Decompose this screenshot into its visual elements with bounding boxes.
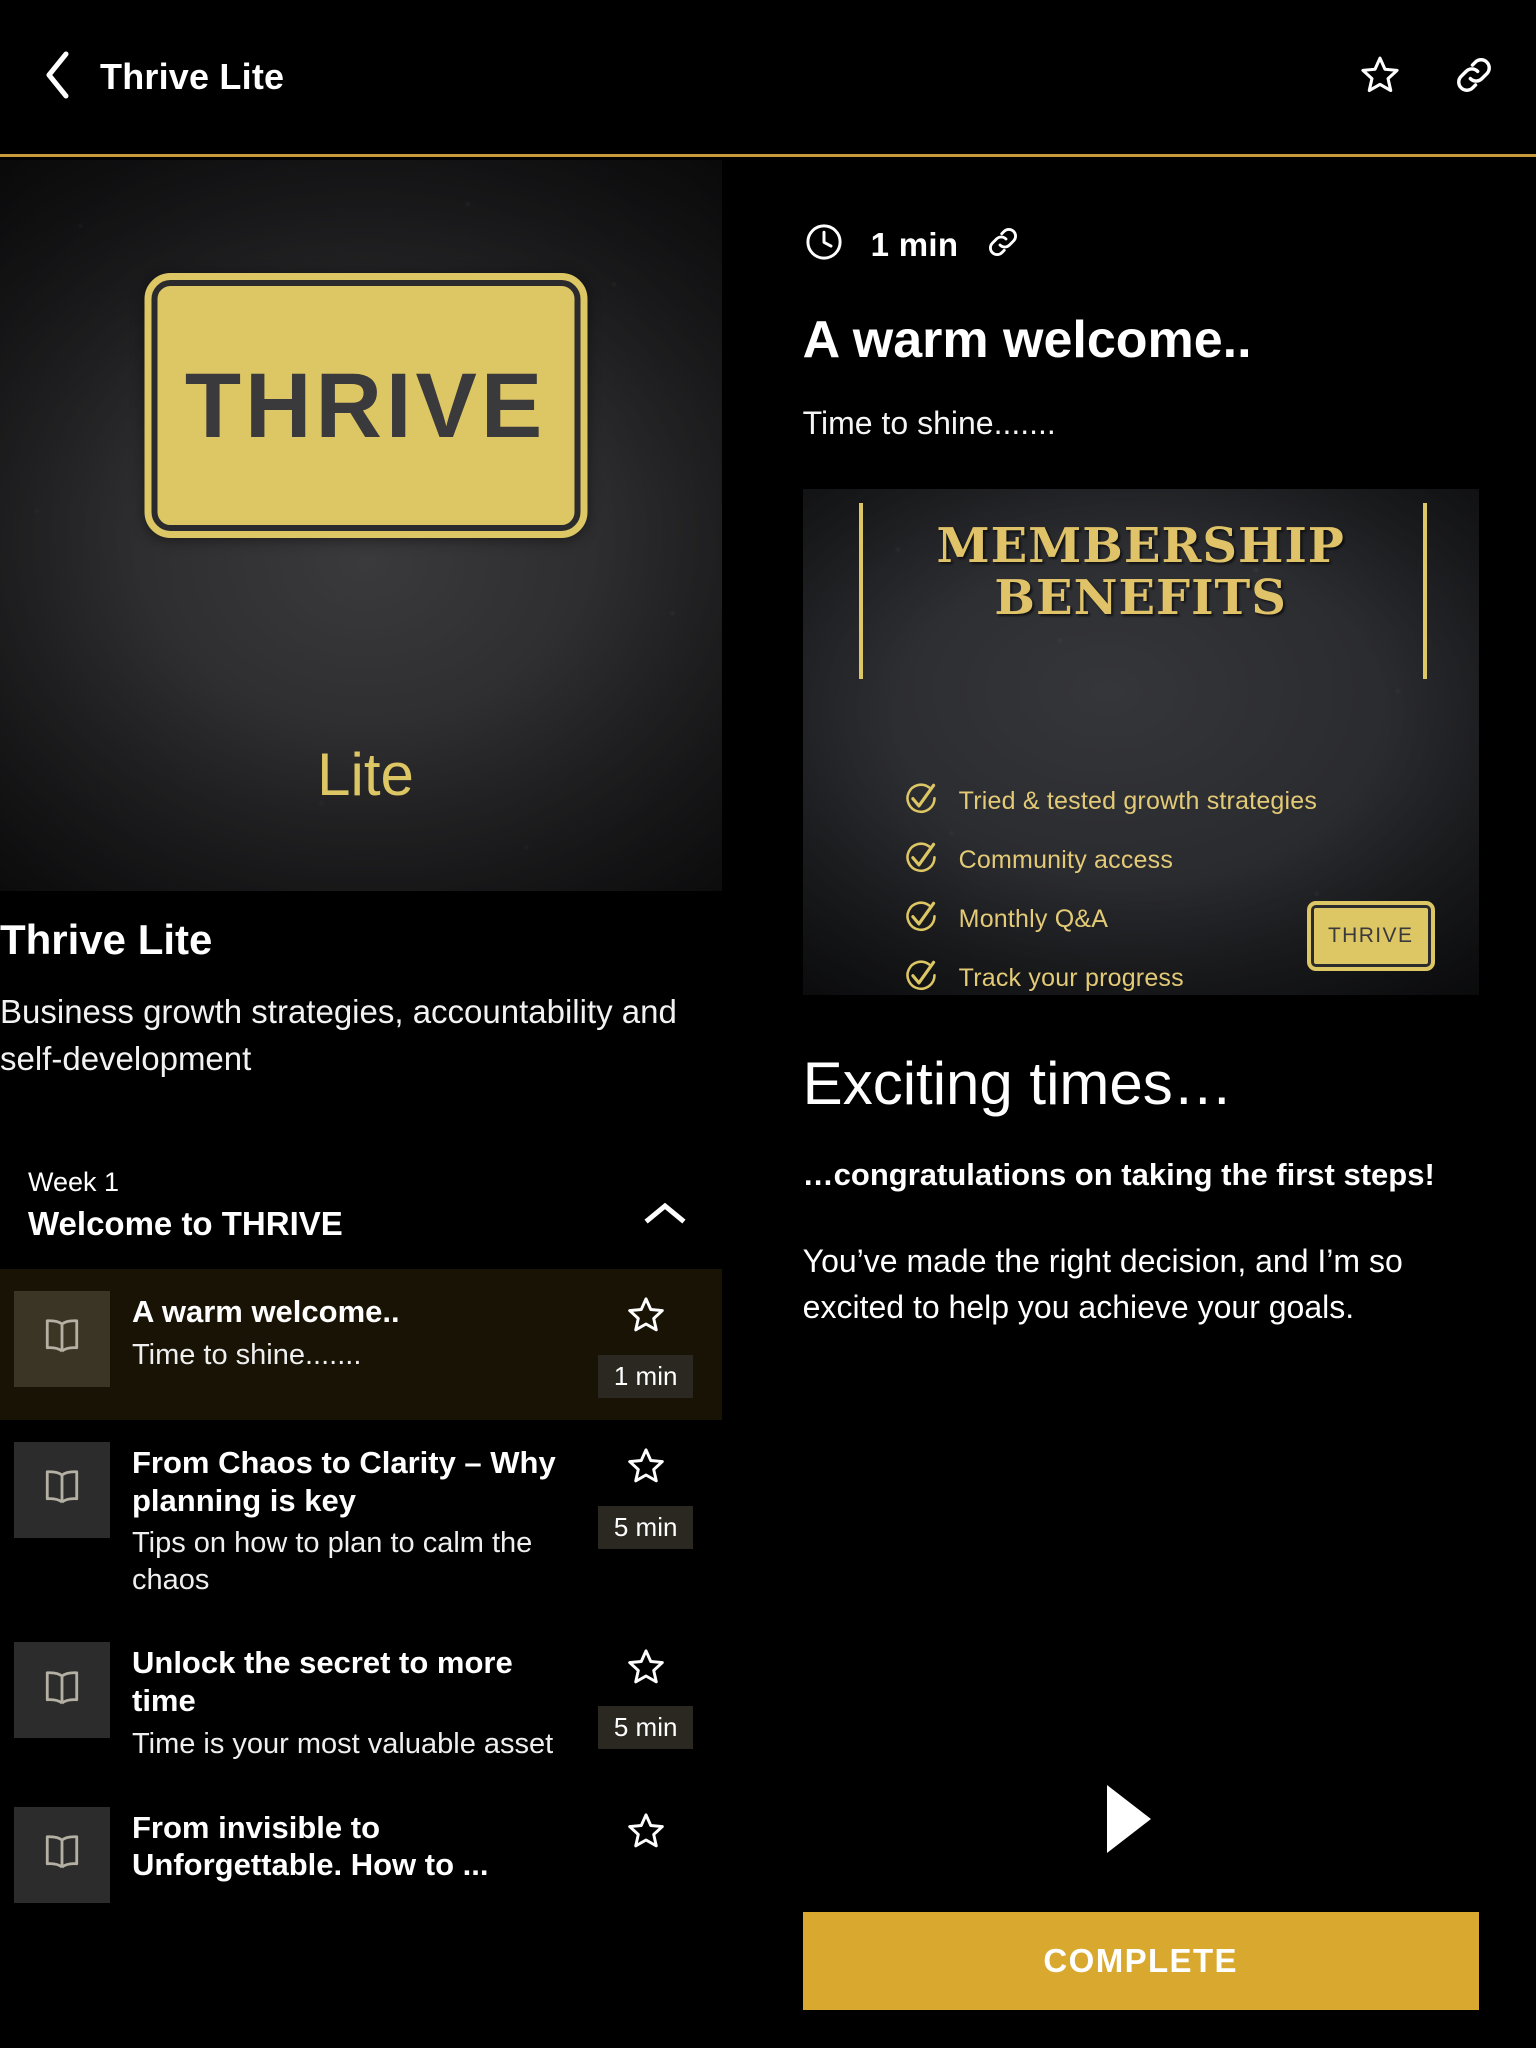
week-label: Week 1 bbox=[28, 1166, 120, 1197]
benefit-text: Track your progress bbox=[958, 964, 1184, 993]
lesson-thumbnail bbox=[14, 1441, 110, 1538]
lesson-favorite-button[interactable] bbox=[623, 1811, 669, 1857]
membership-benefits-image: MEMBERSHIP BENEFITS Tried & tested growt… bbox=[802, 489, 1479, 996]
play-icon[interactable] bbox=[1106, 1785, 1151, 1853]
lesson-meta: 5 min bbox=[590, 1642, 702, 1750]
body-subheading: …congratulations on taking the first ste… bbox=[802, 1157, 1435, 1193]
circle-check-icon bbox=[903, 781, 939, 822]
plaque-text: THRIVE bbox=[184, 354, 547, 457]
course-description: Business growth strategies, accountabili… bbox=[0, 993, 677, 1077]
lesson-duration-badge: 1 min bbox=[597, 1354, 694, 1398]
lesson-favorite-button[interactable] bbox=[623, 1646, 669, 1692]
benefit-text: Community access bbox=[958, 846, 1174, 875]
lesson-row-1[interactable]: A warm welcome.. Time to shine....... 1 … bbox=[0, 1268, 722, 1420]
page-title: Thrive Lite bbox=[100, 56, 285, 97]
star-outline-icon bbox=[624, 1444, 668, 1493]
appbar-actions bbox=[1354, 51, 1500, 103]
chevron-left-icon bbox=[42, 50, 72, 105]
course-outline-panel[interactable]: THRIVE Lite Thrive Lite Business growth … bbox=[0, 160, 722, 2048]
section-header-text: Week 1 Welcome to THRIVE bbox=[28, 1164, 638, 1247]
star-outline-icon bbox=[624, 1809, 668, 1858]
share-link-button[interactable] bbox=[1448, 51, 1500, 103]
thrive-plaque: THRIVE bbox=[144, 273, 587, 538]
benefit-text: Monthly Q&A bbox=[958, 905, 1109, 934]
complete-button[interactable]: COMPLETE bbox=[802, 1912, 1479, 2010]
lesson-row-4[interactable]: From invisible to Unforgettable. How to … bbox=[0, 1785, 722, 1925]
open-book-icon bbox=[36, 1310, 88, 1367]
section-collapse-toggle[interactable] bbox=[638, 1189, 692, 1243]
benefit-item: Tried & tested growth strategies bbox=[903, 781, 1317, 822]
lesson-detail-panel: 1 min A warm welcome.. Time to shine....… bbox=[721, 160, 1536, 2048]
lesson-title: From invisible to Unforgettable. How to … bbox=[132, 1809, 489, 1883]
benefit-item: Track your progress bbox=[903, 958, 1317, 995]
lesson-row-3[interactable]: Unlock the secret to more time Time is y… bbox=[0, 1620, 722, 1784]
lesson-title: Unlock the secret to more time bbox=[132, 1645, 513, 1719]
clock-icon bbox=[803, 221, 845, 268]
benefit-item: Monthly Q&A bbox=[903, 899, 1317, 940]
course-title: Thrive Lite bbox=[0, 916, 213, 963]
open-book-icon bbox=[36, 1461, 88, 1518]
thrive-badge-text: THRIVE bbox=[1327, 924, 1414, 948]
back-button[interactable] bbox=[34, 48, 80, 106]
circle-check-icon bbox=[903, 840, 939, 881]
benefits-list: Tried & tested growth strategies Communi… bbox=[903, 781, 1317, 995]
lesson-duration-badge: 5 min bbox=[597, 1505, 694, 1549]
audio-play-area bbox=[722, 1785, 1536, 1853]
favorite-button[interactable] bbox=[1354, 51, 1406, 103]
lesson-subtitle: Time to shine....... bbox=[132, 1338, 362, 1371]
link-icon bbox=[1451, 52, 1497, 103]
star-outline-icon bbox=[1357, 52, 1403, 103]
star-outline-icon bbox=[624, 1293, 668, 1342]
section-header-week-1[interactable]: Week 1 Welcome to THRIVE bbox=[0, 1082, 722, 1269]
lesson-subtitle: Tips on how to plan to calm the chaos bbox=[132, 1527, 533, 1596]
benefit-text: Tried & tested growth strategies bbox=[958, 787, 1318, 816]
lesson-meta-row: 1 min bbox=[803, 160, 1474, 268]
open-book-icon bbox=[36, 1826, 88, 1883]
content-split: THRIVE Lite Thrive Lite Business growth … bbox=[0, 160, 1536, 2048]
lesson-meta: 5 min bbox=[590, 1442, 702, 1549]
benefits-heading: MEMBERSHIP BENEFITS bbox=[803, 518, 1479, 627]
course-cover-image: THRIVE Lite bbox=[0, 160, 722, 891]
lesson-row-2[interactable]: From Chaos to Clarity – Why planning is … bbox=[0, 1420, 722, 1621]
lesson-favorite-button[interactable] bbox=[623, 1446, 669, 1492]
open-book-icon bbox=[36, 1662, 88, 1719]
lesson-duration: 1 min bbox=[870, 225, 959, 263]
lesson-subtitle: Time is your most valuable asset bbox=[132, 1728, 554, 1761]
benefit-item: Community access bbox=[903, 840, 1317, 881]
circle-check-icon bbox=[903, 899, 939, 940]
star-outline-icon bbox=[624, 1645, 668, 1694]
cover-subtitle: Lite bbox=[317, 741, 414, 808]
lesson-title: From Chaos to Clarity – Why planning is … bbox=[132, 1444, 556, 1518]
benefits-heading-line2: BENEFITS bbox=[994, 570, 1287, 627]
lesson-text: From invisible to Unforgettable. How to … bbox=[132, 1807, 568, 1891]
app-bar: Thrive Lite bbox=[0, 0, 1536, 157]
week-title: Welcome to THRIVE bbox=[28, 1205, 343, 1243]
lesson-text: A warm welcome.. Time to shine....... bbox=[132, 1291, 568, 1373]
lesson-duration-badge: 5 min bbox=[597, 1706, 694, 1750]
lesson-meta: 1 min bbox=[590, 1291, 702, 1398]
body-heading: Exciting times… bbox=[802, 1050, 1233, 1118]
lesson-favorite-button[interactable] bbox=[623, 1295, 669, 1341]
thrive-badge: THRIVE bbox=[1306, 901, 1435, 972]
lesson-text: From Chaos to Clarity – Why planning is … bbox=[132, 1442, 568, 1599]
lesson-title: A warm welcome.. bbox=[132, 1293, 400, 1329]
lesson-thumbnail bbox=[14, 1642, 110, 1739]
lesson-thumbnail bbox=[14, 1806, 110, 1903]
lesson-text: Unlock the secret to more time Time is y… bbox=[132, 1642, 568, 1762]
chevron-up-icon bbox=[643, 1199, 687, 1232]
lesson-thumbnail bbox=[14, 1290, 110, 1387]
share-link-button[interactable] bbox=[984, 223, 1022, 266]
lesson-detail-tagline: Time to shine....... bbox=[802, 405, 1056, 442]
lesson-meta bbox=[590, 1807, 702, 1857]
benefits-heading-line1: MEMBERSHIP bbox=[936, 518, 1345, 575]
lesson-detail-heading: A warm welcome.. bbox=[802, 311, 1252, 369]
circle-check-icon bbox=[903, 958, 939, 995]
body-paragraph: You’ve made the right decision, and I’m … bbox=[802, 1243, 1403, 1325]
